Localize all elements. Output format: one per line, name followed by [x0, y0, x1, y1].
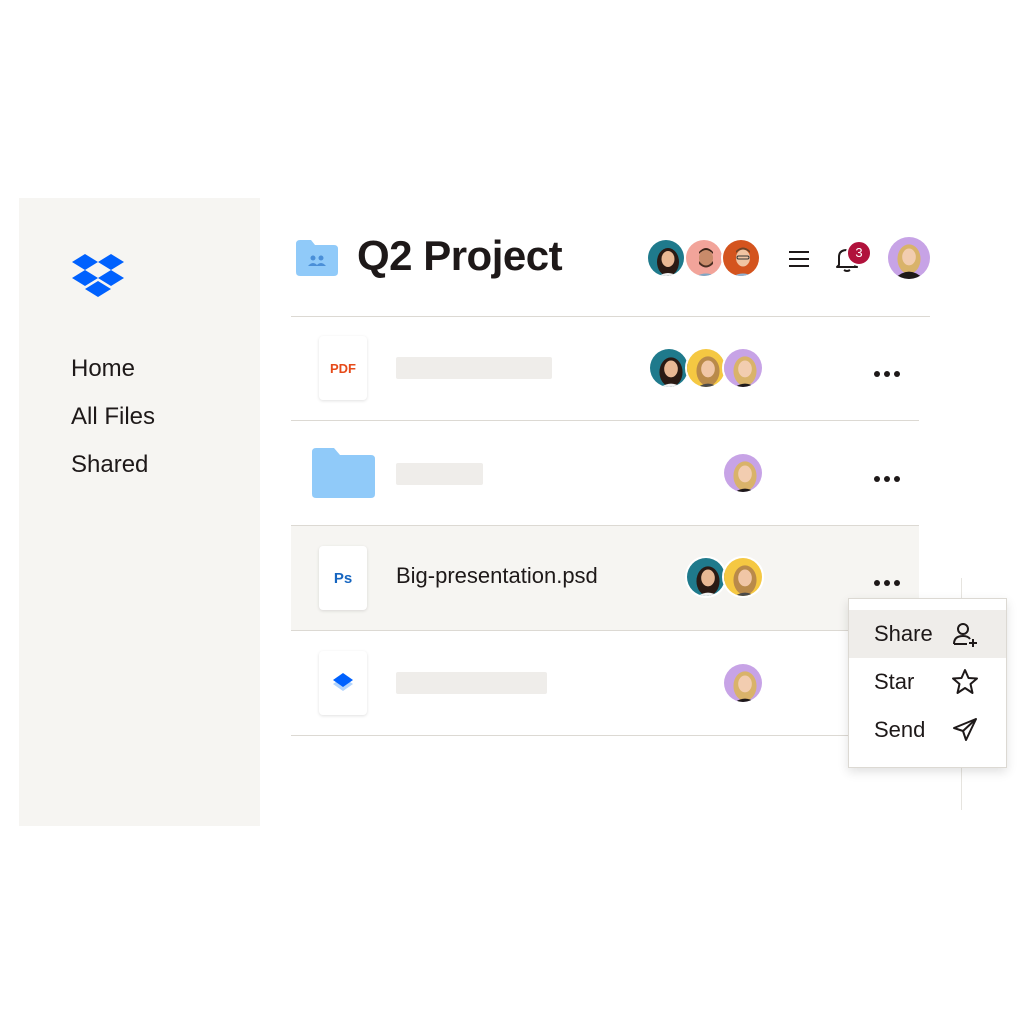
send-icon	[951, 716, 979, 744]
avatar[interactable]	[722, 662, 764, 704]
more-options-button[interactable]	[874, 364, 904, 377]
divider	[291, 630, 919, 631]
pdf-file-icon[interactable]: PDF	[319, 336, 367, 400]
file-name-placeholder	[396, 357, 552, 379]
sidebar-item-shared[interactable]: Shared	[71, 451, 148, 479]
hamburger-menu-icon[interactable]	[786, 246, 812, 272]
file-name-placeholder	[396, 463, 483, 485]
sidebar-item-all-files[interactable]: All Files	[71, 403, 155, 431]
star-icon	[951, 668, 979, 696]
avatar[interactable]	[722, 347, 764, 389]
more-options-button[interactable]	[874, 573, 904, 586]
page-title: Q2 Project	[357, 232, 563, 279]
avatar[interactable]	[722, 556, 764, 598]
avatar[interactable]	[685, 556, 727, 598]
file-type-label: Ps	[333, 570, 353, 587]
divider	[291, 420, 919, 421]
file-name-placeholder	[396, 672, 547, 694]
file-name[interactable]: Big-presentation.psd	[396, 563, 598, 589]
layers-icon	[333, 673, 353, 691]
table-row-selected[interactable]	[291, 526, 919, 630]
photoshop-file-icon[interactable]: Ps	[319, 546, 367, 610]
avatar[interactable]	[648, 347, 690, 389]
menu-item-send[interactable]: Send	[849, 706, 1006, 754]
avatar[interactable]	[684, 238, 724, 278]
menu-item-share[interactable]: Share	[849, 610, 1006, 658]
menu-item-star[interactable]: Star	[849, 658, 1006, 706]
avatar[interactable]	[721, 238, 761, 278]
sidebar	[19, 198, 260, 826]
menu-item-label: Star	[874, 669, 915, 694]
divider	[291, 735, 919, 736]
context-menu: Share Star Send	[848, 598, 1007, 768]
file-type-label: PDF	[330, 361, 356, 376]
divider	[291, 525, 919, 526]
divider	[291, 316, 930, 317]
notification-badge: 3	[846, 240, 872, 266]
avatar[interactable]	[685, 347, 727, 389]
folder-icon[interactable]	[312, 448, 375, 498]
menu-item-label: Send	[874, 717, 926, 742]
add-person-icon	[951, 620, 979, 648]
dropbox-logo-icon[interactable]	[72, 254, 124, 298]
sidebar-item-home[interactable]: Home	[71, 355, 135, 383]
shared-folder-icon	[296, 240, 338, 276]
user-avatar[interactable]	[888, 237, 930, 279]
menu-item-label: Share	[874, 621, 933, 646]
more-options-button[interactable]	[874, 469, 904, 482]
avatar[interactable]	[722, 452, 764, 494]
dropbox-file-icon[interactable]	[319, 651, 367, 715]
avatar[interactable]	[646, 238, 686, 278]
